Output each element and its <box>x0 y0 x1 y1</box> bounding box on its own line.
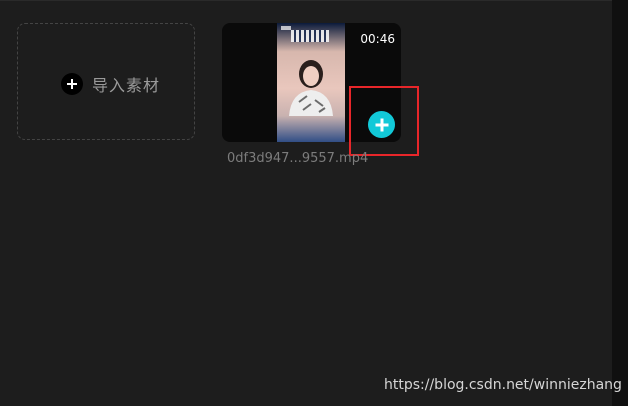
highlight-box <box>349 86 419 156</box>
scrollbar-track[interactable] <box>612 0 628 406</box>
video-filename: 0df3d947...9557.mp4 <box>227 151 369 166</box>
plus-icon <box>61 73 83 95</box>
thumbnail-caption-graphic <box>291 30 329 42</box>
top-divider <box>0 0 612 1</box>
watermark-text: https://blog.csdn.net/winniezhang <box>384 377 622 393</box>
media-panel: 导入素材 00:46 0df3d947...9557.mp4 https://b… <box>0 0 628 406</box>
thumbnail-caption-mark <box>281 26 291 30</box>
video-duration: 00:46 <box>360 32 395 46</box>
person-figure <box>289 60 333 116</box>
import-media-button[interactable]: 导入素材 <box>17 23 195 140</box>
video-thumbnail-image <box>277 23 345 142</box>
import-media-label: 导入素材 <box>92 76 161 95</box>
import-media-content: 导入素材 <box>61 72 160 96</box>
